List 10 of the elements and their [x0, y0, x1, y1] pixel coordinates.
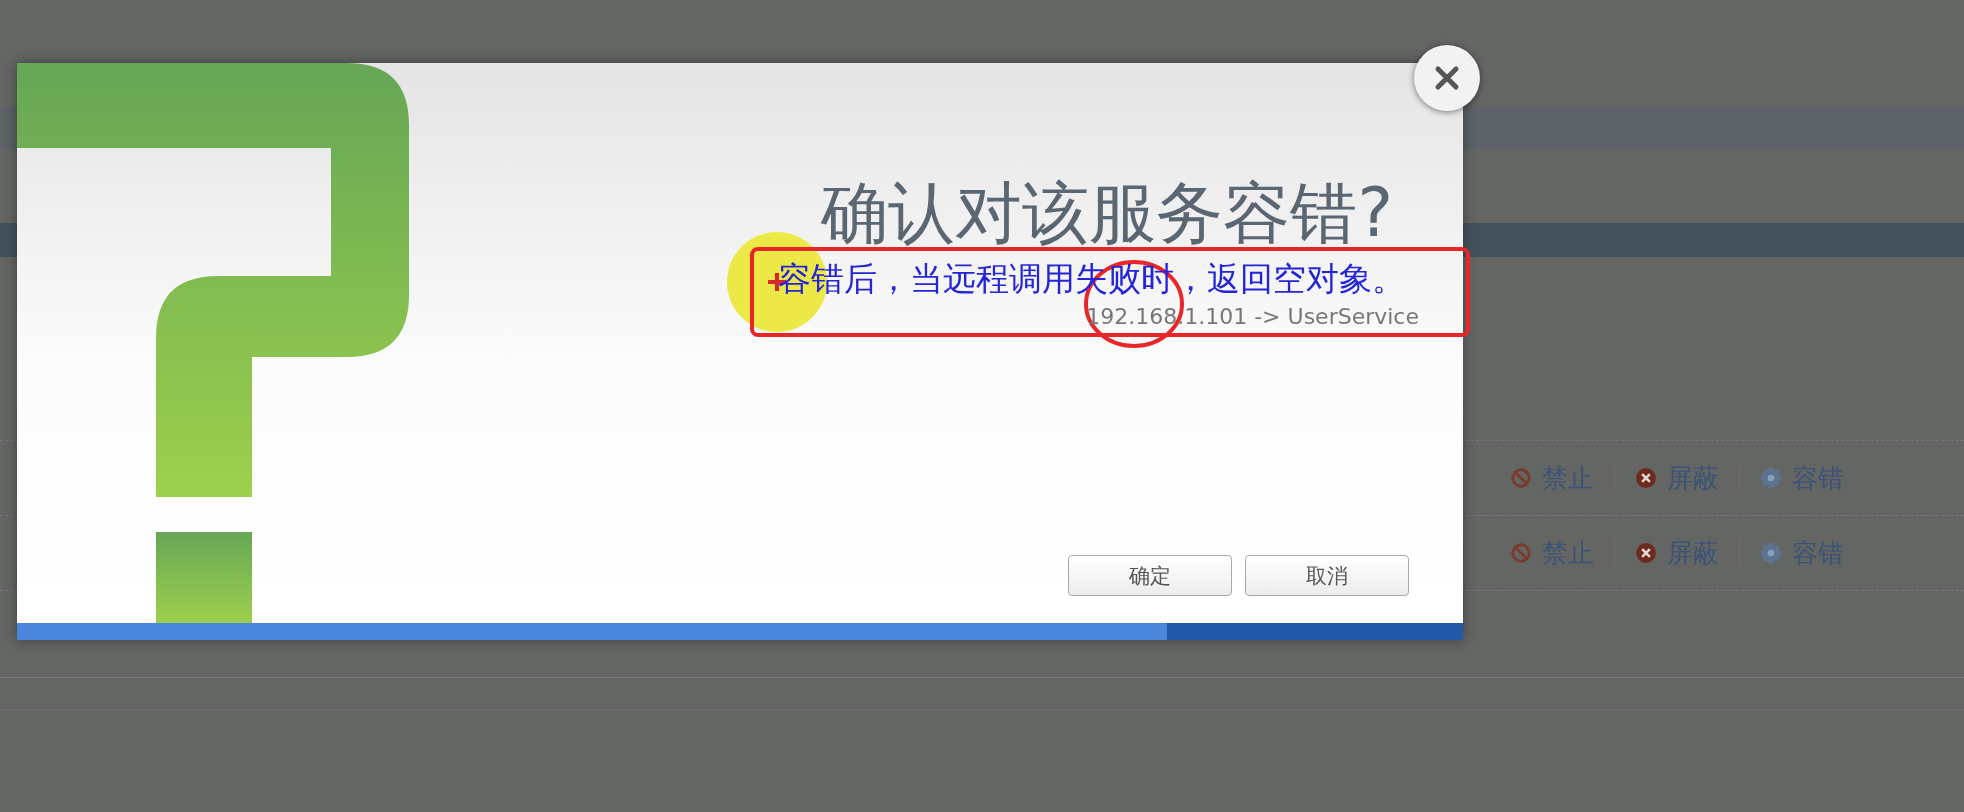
dialog-button[interactable]: 确定 [1068, 555, 1232, 596]
remove-icon [1635, 467, 1657, 489]
remove-icon [1635, 542, 1657, 564]
prohibited-icon [1510, 542, 1532, 564]
gear-icon [1760, 467, 1782, 489]
close-button[interactable] [1414, 45, 1480, 111]
dialog-button[interactable]: 取消 [1245, 555, 1409, 596]
dialog-title: 确认对该服务容错? [821, 173, 1393, 254]
prohibited-icon [1510, 467, 1532, 489]
gear-icon [1760, 542, 1782, 564]
